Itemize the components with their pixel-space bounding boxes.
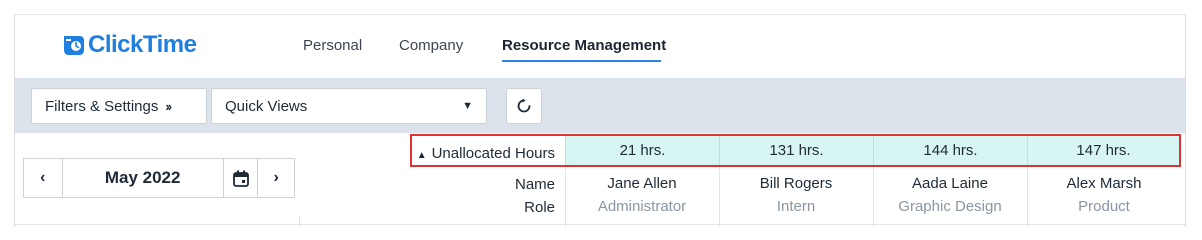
month-picker: ‹ May 2022 › [23,158,295,198]
sort-up-icon: ▲ [416,150,427,161]
person-column[interactable]: Alex Marsh Product [1027,175,1181,215]
double-chevron-right-icon: ›› [165,98,172,114]
app-window: ClickTime Personal Company Resource Mana… [14,14,1186,227]
hours-cell: 144 hrs. [873,136,1027,165]
chevron-right-icon: › [273,169,279,186]
divider [299,216,300,227]
filters-settings-button[interactable]: Filters & Settings ›› [31,88,207,124]
top-nav: ClickTime Personal Company Resource Mana… [15,15,1185,79]
refresh-icon [517,98,531,113]
person-name[interactable]: Bill Rogers [719,175,873,197]
person-name[interactable]: Aada Laine [873,175,1027,197]
filters-settings-label: Filters & Settings [45,97,159,115]
hours-cell: 21 hrs. [565,136,719,165]
tab-resource-management[interactable]: Resource Management [502,37,666,54]
calendar-button[interactable] [224,159,259,197]
prev-month-button[interactable]: ‹ [24,159,63,197]
quick-views-label: Quick Views [225,97,308,115]
logo-text: ClickTime [88,31,197,58]
person-name[interactable]: Jane Allen [565,175,719,197]
chevron-left-icon: ‹ [40,169,46,186]
caret-down-icon: ▼ [462,100,473,112]
divider [15,224,1185,225]
name-row-label: Name [514,176,555,193]
role-row-label: Role [524,199,555,216]
tab-company[interactable]: Company [399,37,463,54]
active-tab-indicator [502,60,661,62]
quick-views-select[interactable]: Quick Views ▼ [211,88,487,124]
person-role: Administrator [597,198,687,215]
person-role: Product [1078,198,1130,215]
hours-cell: 131 hrs. [719,136,873,165]
person-role: Graphic Design [898,198,1002,215]
unallocated-hours-row: 21 hrs. 131 hrs. 144 hrs. 147 hrs. [565,136,1179,165]
resource-grid: ‹ May 2022 › ▲ Unallocated Hours 21 hrs.… [15,133,1185,227]
clicktime-logo[interactable]: ClickTime [60,31,197,59]
person-role: Intern [776,198,816,215]
calendar-icon [232,170,249,187]
unallocated-hours-sort-header[interactable]: ▲ Unallocated Hours [417,145,555,162]
next-month-button[interactable]: › [258,159,294,197]
person-column[interactable]: Bill Rogers Intern [719,175,873,215]
person-name[interactable]: Alex Marsh [1027,175,1181,197]
refresh-button[interactable] [506,88,542,124]
person-column[interactable]: Jane Allen Administrator [565,175,719,215]
clicktime-logo-icon [64,36,84,55]
hours-cell: 147 hrs. [1027,136,1179,165]
people-columns: Jane Allen Administrator Bill Rogers Int… [565,175,1179,215]
tab-personal[interactable]: Personal [303,37,362,54]
unallocated-hours-label: Unallocated Hours [431,145,555,162]
toolbar: Filters & Settings ›› Quick Views ▼ [15,78,1185,133]
person-column[interactable]: Aada Laine Graphic Design [873,175,1027,215]
current-month[interactable]: May 2022 [63,159,224,197]
